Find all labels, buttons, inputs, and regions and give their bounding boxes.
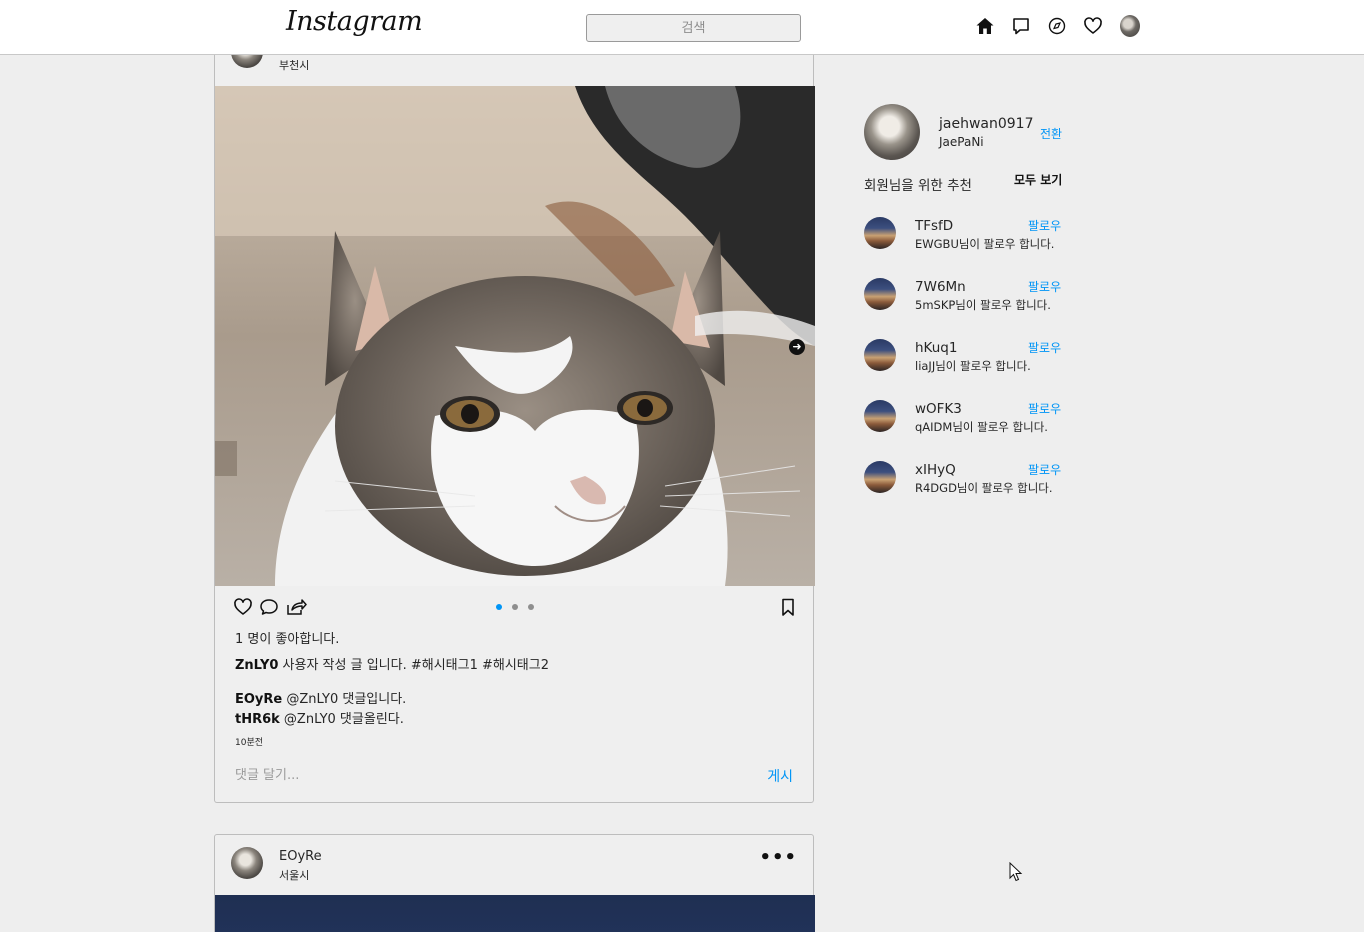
suggestion-item: 7W6Mn 5mSKP님이 팔로우 합니다. 팔로우: [864, 278, 1064, 318]
follow-button[interactable]: 팔로우: [1028, 339, 1061, 356]
carousel-dot[interactable]: [528, 604, 534, 610]
suggestion-avatar[interactable]: [864, 339, 896, 371]
follow-button[interactable]: 팔로우: [1028, 217, 1061, 234]
avatar: [1120, 15, 1140, 37]
suggestion-subtitle: liaJJ님이 팔로우 합니다.: [915, 359, 1031, 373]
mouse-cursor-icon: [1009, 862, 1023, 882]
post-image[interactable]: [215, 895, 815, 932]
suggestion-item: hKuq1 liaJJ님이 팔로우 합니다. 팔로우: [864, 339, 1064, 379]
home-icon[interactable]: [974, 15, 996, 37]
suggestion-avatar[interactable]: [864, 400, 896, 432]
feed-post: 부천시 •••: [214, 32, 815, 803]
comment-text: @ZnLY0 댓글올린다.: [279, 712, 404, 727]
comment-username[interactable]: EOyRe: [235, 692, 282, 707]
activity-heart-icon[interactable]: [1082, 15, 1104, 37]
post-username[interactable]: EOyRe: [279, 849, 322, 864]
my-username[interactable]: jaehwan0917: [939, 116, 1034, 132]
search-input[interactable]: [586, 14, 801, 42]
see-all-button[interactable]: 모두 보기: [1014, 171, 1062, 188]
my-display-name: JaePaNi: [939, 135, 984, 149]
comment-bubble-icon[interactable]: [259, 597, 281, 619]
my-profile-avatar[interactable]: [864, 104, 920, 160]
carousel-dot[interactable]: [496, 604, 502, 610]
top-header: Instagram: [0, 0, 1364, 55]
follow-button[interactable]: 팔로우: [1028, 278, 1061, 295]
suggestion-subtitle: 5mSKP님이 팔로우 합니다.: [915, 298, 1051, 312]
suggestion-avatar[interactable]: [864, 217, 896, 249]
comment-text: @ZnLY0 댓글입니다.: [282, 692, 407, 707]
suggestion-subtitle: EWGBU님이 팔로우 합니다.: [915, 237, 1055, 251]
bookmark-icon[interactable]: [778, 597, 800, 619]
cat-photo: [215, 86, 815, 586]
follow-button[interactable]: 팔로우: [1028, 461, 1061, 478]
suggestion-username[interactable]: TFsfD: [915, 218, 953, 234]
suggestion-avatar[interactable]: [864, 278, 896, 310]
comment-item: EOyRe @ZnLY0 댓글입니다.: [235, 688, 406, 707]
carousel-dot[interactable]: [512, 604, 518, 610]
caption-username[interactable]: ZnLY0: [235, 658, 278, 673]
comment-item: tHR6k @ZnLY0 댓글올린다.: [235, 708, 404, 727]
suggestion-username[interactable]: hKuq1: [915, 340, 957, 356]
carousel-indicator: [496, 604, 544, 610]
suggestions-title: 회원님을 위한 추천: [864, 178, 972, 194]
profile-avatar[interactable]: [1118, 15, 1140, 37]
direct-message-icon[interactable]: [1010, 15, 1032, 37]
next-image-arrow-icon[interactable]: ➜: [789, 339, 805, 355]
caption-text: 사용자 작성 글 입니다. #해시태그1 #해시태그2: [278, 658, 549, 673]
explore-icon[interactable]: [1046, 15, 1068, 37]
top-nav: [974, 14, 1140, 38]
suggestion-subtitle: R4DGD님이 팔로우 합니다.: [915, 481, 1053, 495]
post-author-avatar[interactable]: [231, 847, 263, 879]
suggestion-subtitle: qAIDM님이 팔로우 합니다.: [915, 420, 1048, 434]
post-location[interactable]: 서울시: [279, 867, 309, 883]
suggestion-username[interactable]: 7W6Mn: [915, 279, 966, 295]
post-location[interactable]: 부천시: [279, 57, 309, 73]
post-actions: [215, 597, 815, 619]
like-count[interactable]: 1 명이 좋아합니다.: [235, 628, 339, 647]
post-caption: ZnLY0 사용자 작성 글 입니다. #해시태그1 #해시태그2: [235, 654, 549, 673]
post-comment-button[interactable]: 게시: [767, 766, 793, 786]
comment-username[interactable]: tHR6k: [235, 712, 280, 727]
instagram-logo[interactable]: Instagram: [286, 6, 423, 37]
suggestion-avatar[interactable]: [864, 461, 896, 493]
share-icon[interactable]: [285, 597, 307, 619]
follow-button[interactable]: 팔로우: [1028, 400, 1061, 417]
feed-post: EOyRe 서울시 •••: [214, 834, 815, 932]
suggestion-item: TFsfD EWGBU님이 팔로우 합니다. 팔로우: [864, 217, 1064, 257]
suggestion-item: xIHyQ R4DGD님이 팔로우 합니다. 팔로우: [864, 461, 1064, 501]
suggestion-item: wOFK3 qAIDM님이 팔로우 합니다. 팔로우: [864, 400, 1064, 440]
post-header: EOyRe 서울시 •••: [215, 835, 813, 889]
post-timestamp: 10분전: [235, 738, 264, 748]
more-options-icon[interactable]: •••: [759, 849, 797, 867]
post-image[interactable]: ➜: [215, 86, 815, 586]
suggestion-username[interactable]: xIHyQ: [915, 462, 956, 478]
suggestion-username[interactable]: wOFK3: [915, 401, 962, 417]
comment-input[interactable]: [235, 764, 735, 786]
like-heart-icon[interactable]: [233, 597, 255, 619]
switch-account-button[interactable]: 전환: [1040, 125, 1062, 142]
